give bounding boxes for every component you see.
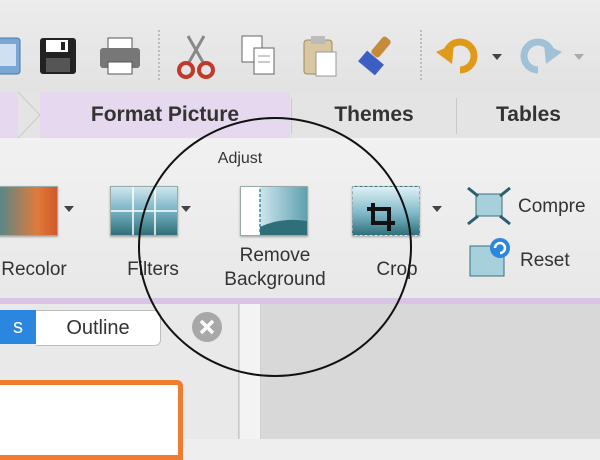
tab-tables[interactable]: Tables (457, 92, 600, 138)
remove-background-icon[interactable] (240, 186, 308, 236)
close-pane-icon[interactable] (192, 312, 222, 342)
new-document-icon[interactable] (0, 28, 34, 84)
recolor-icon[interactable] (0, 186, 58, 236)
reset-icon[interactable] (468, 236, 512, 280)
tab-outline[interactable]: Outline (36, 310, 161, 346)
tab-previous-fragment[interactable] (0, 92, 20, 138)
tab-arrow-icon (18, 92, 40, 138)
compress-icon[interactable] (466, 186, 512, 226)
remove-background-label-line1: Remove (239, 245, 311, 266)
reset-button[interactable]: Reset (520, 249, 590, 273)
ribbon-group-label: Adjust (217, 150, 263, 167)
tab-format-picture[interactable]: Format Picture (40, 92, 290, 138)
crop-dropdown-icon[interactable] (432, 206, 442, 212)
filters-button[interactable]: Filters (108, 258, 198, 282)
paste-icon[interactable] (292, 28, 348, 84)
remove-background-button[interactable]: Remove Background (205, 244, 345, 292)
format-painter-icon[interactable] (350, 28, 406, 84)
filters-dropdown-icon[interactable] (181, 206, 191, 212)
toolbar-separator (158, 30, 161, 80)
toolbar-separator (420, 30, 423, 80)
undo-icon[interactable] (430, 28, 486, 84)
compress-button[interactable]: Compre (518, 195, 600, 219)
filters-icon[interactable] (110, 186, 178, 236)
slide-thumbnail[interactable] (0, 380, 183, 460)
recolor-button[interactable]: Recolor (0, 258, 74, 282)
print-icon[interactable] (92, 28, 148, 84)
pane-scrollbar[interactable] (240, 304, 261, 439)
ribbon-tabs: Format Picture Themes Tables (0, 92, 600, 139)
crop-button[interactable]: Crop (352, 258, 442, 282)
redo-icon[interactable] (512, 28, 568, 84)
redo-dropdown-icon[interactable] (574, 54, 584, 60)
standard-toolbar (0, 0, 600, 92)
undo-dropdown-icon[interactable] (492, 54, 502, 60)
remove-background-label-line2: Background (224, 269, 326, 290)
tab-themes[interactable]: Themes (292, 92, 456, 138)
tab-slides[interactable]: s (0, 310, 36, 344)
copy-icon[interactable] (230, 28, 286, 84)
recolor-dropdown-icon[interactable] (64, 206, 74, 212)
crop-icon[interactable] (352, 186, 420, 236)
save-icon[interactable] (30, 28, 86, 84)
cut-icon[interactable] (168, 28, 224, 84)
